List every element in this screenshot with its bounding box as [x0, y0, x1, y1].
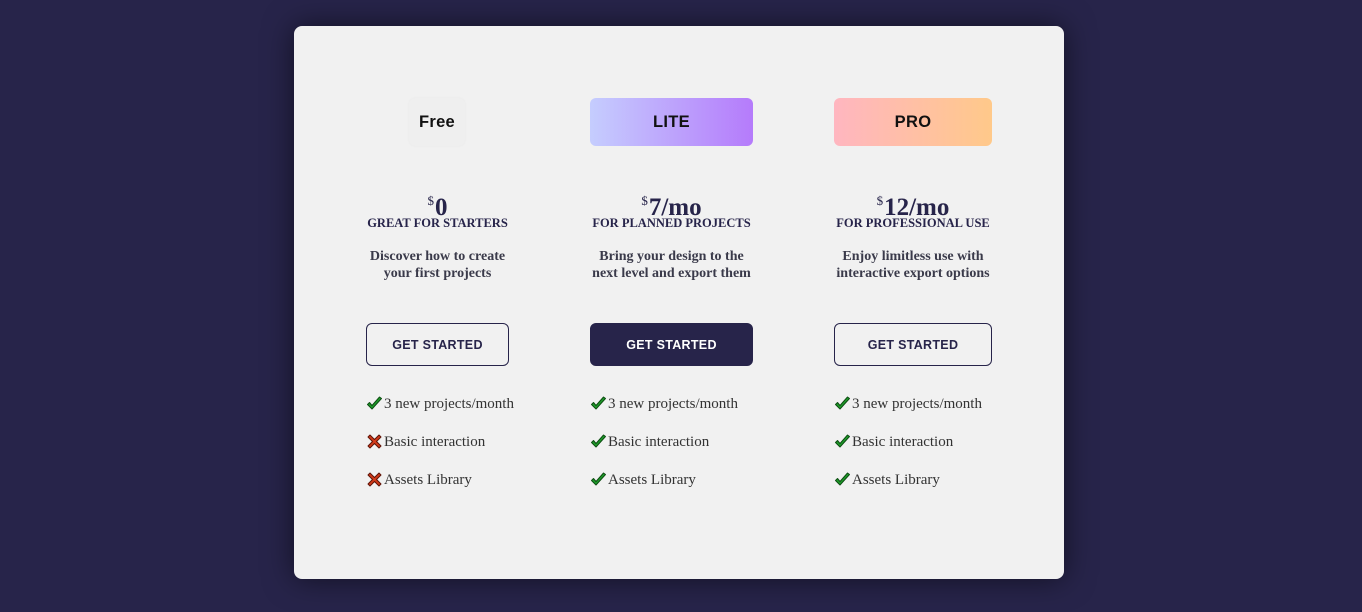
- check-icon: [591, 434, 606, 448]
- cross-icon: [367, 472, 382, 487]
- get-started-button-pro[interactable]: GET STARTED: [834, 323, 992, 366]
- feature-list: 3 new projects/month Basic interaction A…: [366, 394, 514, 508]
- feature-label: Basic interaction: [384, 434, 486, 450]
- feature-item: Assets Library: [834, 470, 982, 508]
- feature-label: Basic interaction: [608, 434, 710, 450]
- description-line: next level and export them: [592, 266, 751, 281]
- pricing-card: Free $0 GREAT FOR STARTERS Discover how …: [294, 26, 1064, 579]
- feature-item: Assets Library: [590, 470, 738, 508]
- plan-badge-free: Free: [409, 98, 465, 146]
- feature-list: 3 new projects/month Basic interaction A…: [590, 394, 738, 508]
- plan-badge-pro: PRO: [834, 98, 992, 146]
- description-line: Enjoy limitless use with: [842, 249, 984, 264]
- feature-item: 3 new projects/month: [590, 394, 738, 432]
- feature-label: 3 new projects/month: [384, 396, 514, 412]
- plan-description: Enjoy limitless use with interactive exp…: [834, 248, 992, 282]
- get-started-button-lite[interactable]: GET STARTED: [590, 323, 753, 366]
- description-line: interactive export options: [836, 266, 990, 281]
- feature-label: 3 new projects/month: [852, 396, 982, 412]
- check-icon: [367, 396, 382, 410]
- check-icon: [591, 472, 606, 486]
- plan-subtitle: FOR PROFESSIONAL USE: [836, 216, 990, 230]
- feature-item: Basic interaction: [366, 432, 514, 470]
- feature-label: Basic interaction: [852, 434, 954, 450]
- feature-label: 3 new projects/month: [608, 396, 738, 412]
- feature-item: 3 new projects/month: [366, 394, 514, 432]
- plan-description: Discover how to create your first projec…: [366, 248, 509, 282]
- currency-symbol: $: [427, 193, 435, 208]
- check-icon: [835, 396, 850, 410]
- cross-icon: [367, 434, 382, 449]
- feature-item: 3 new projects/month: [834, 394, 982, 432]
- plan-free: Free $0 GREAT FOR STARTERS Discover how …: [366, 26, 514, 579]
- feature-label: Assets Library: [384, 472, 472, 488]
- feature-label: Assets Library: [608, 472, 696, 488]
- feature-item: Basic interaction: [834, 432, 982, 470]
- feature-item: Basic interaction: [590, 432, 738, 470]
- feature-list: 3 new projects/month Basic interaction A…: [834, 394, 982, 508]
- plan-lite: LITE $7/mo FOR PLANNED PROJECTS Bring yo…: [590, 26, 753, 579]
- feature-item: Assets Library: [366, 470, 514, 508]
- plan-badge-lite: LITE: [590, 98, 753, 146]
- currency-symbol: $: [641, 193, 648, 208]
- get-started-button-free[interactable]: GET STARTED: [366, 323, 509, 366]
- description-line: Bring your design to the: [599, 249, 744, 264]
- plan-subtitle: GREAT FOR STARTERS: [367, 216, 508, 230]
- description-line: your first projects: [383, 266, 492, 281]
- plan-description: Bring your design to the next level and …: [590, 248, 753, 282]
- check-icon: [835, 472, 850, 486]
- feature-label: Assets Library: [852, 472, 940, 488]
- check-icon: [591, 396, 606, 410]
- currency-symbol: $: [876, 193, 884, 208]
- plan-subtitle: FOR PLANNED PROJECTS: [592, 216, 751, 230]
- description-line: Discover how to create: [369, 249, 506, 264]
- plan-pro: PRO $12/mo FOR PROFESSIONAL USE Enjoy li…: [834, 26, 992, 579]
- check-icon: [835, 434, 850, 448]
